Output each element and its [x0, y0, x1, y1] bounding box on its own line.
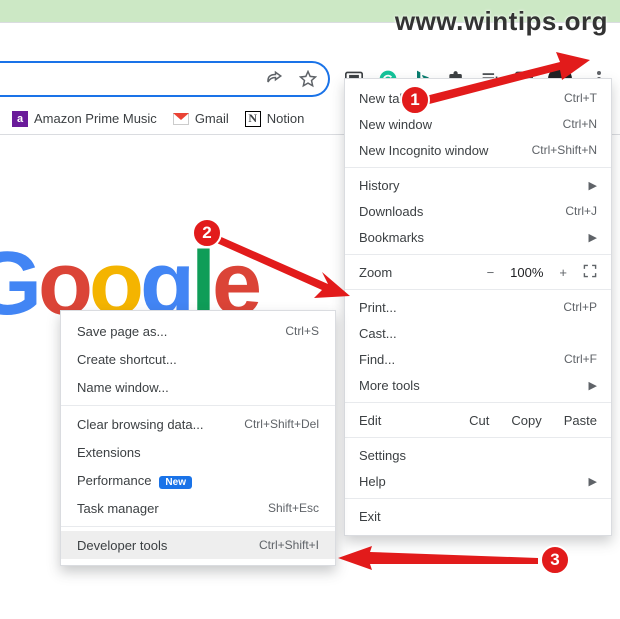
menu-cast[interactable]: Cast...	[345, 320, 611, 346]
chevron-right-icon: ▶	[589, 379, 597, 392]
submenu-save-page[interactable]: Save page as...Ctrl+S	[61, 317, 335, 345]
menu-more-tools[interactable]: More tools▶	[345, 372, 611, 398]
menu-history[interactable]: History▶	[345, 172, 611, 198]
menu-edit: Edit Cut Copy Paste	[345, 407, 611, 433]
step-marker-3: 3	[540, 545, 570, 575]
menu-exit[interactable]: Exit	[345, 503, 611, 529]
menu-settings[interactable]: Settings	[345, 442, 611, 468]
menu-print[interactable]: Print...Ctrl+P	[345, 294, 611, 320]
share-icon[interactable]	[264, 69, 284, 89]
submenu-create-shortcut[interactable]: Create shortcut...	[61, 345, 335, 373]
chrome-main-menu: New tabCtrl+T New windowCtrl+N New Incog…	[344, 78, 612, 536]
menu-separator	[61, 405, 335, 406]
apm-icon: a	[12, 111, 28, 127]
menu-separator	[345, 437, 611, 438]
submenu-clear-browsing-data[interactable]: Clear browsing data...Ctrl+Shift+Del	[61, 410, 335, 438]
annotation-arrow-2	[210, 228, 350, 308]
edit-paste[interactable]: Paste	[564, 413, 597, 428]
new-badge: New	[159, 476, 192, 489]
menu-incognito[interactable]: New Incognito windowCtrl+Shift+N	[345, 137, 611, 163]
chevron-right-icon: ▶	[589, 231, 597, 244]
bookmark-label: Gmail	[195, 111, 229, 126]
step-marker-1: 1	[400, 85, 430, 115]
bookmark-label: Notion	[267, 111, 305, 126]
submenu-performance[interactable]: PerformanceNew	[61, 466, 335, 494]
submenu-extensions[interactable]: Extensions	[61, 438, 335, 466]
edit-cut[interactable]: Cut	[469, 413, 489, 428]
zoom-level: 100%	[510, 265, 543, 280]
zoom-in-button[interactable]: +	[559, 265, 567, 280]
menu-bookmarks[interactable]: Bookmarks▶	[345, 224, 611, 250]
address-bar[interactable]	[0, 61, 330, 97]
bookmark-gmail[interactable]: Gmail	[173, 111, 229, 127]
submenu-task-manager[interactable]: Task managerShift+Esc	[61, 494, 335, 522]
menu-separator	[345, 498, 611, 499]
menu-downloads[interactable]: DownloadsCtrl+J	[345, 198, 611, 224]
chevron-right-icon: ▶	[589, 475, 597, 488]
menu-separator	[345, 289, 611, 290]
menu-new-window[interactable]: New windowCtrl+N	[345, 111, 611, 137]
bookmark-notion[interactable]: N Notion	[245, 111, 305, 127]
menu-zoom: Zoom − 100% +	[345, 259, 611, 285]
step-marker-2: 2	[192, 218, 222, 248]
bookmark-amazon-prime-music[interactable]: a Amazon Prime Music	[12, 111, 157, 127]
annotation-arrow-1	[410, 52, 590, 112]
menu-separator	[61, 526, 335, 527]
fullscreen-icon[interactable]	[583, 264, 597, 281]
notion-icon: N	[245, 111, 261, 127]
bookmark-label: Amazon Prime Music	[34, 111, 157, 126]
bookmark-star-icon[interactable]	[298, 69, 318, 89]
zoom-out-button[interactable]: −	[487, 265, 495, 280]
more-tools-submenu: Save page as...Ctrl+S Create shortcut...…	[60, 310, 336, 566]
menu-find[interactable]: Find...Ctrl+F	[345, 346, 611, 372]
menu-help[interactable]: Help▶	[345, 468, 611, 494]
chevron-right-icon: ▶	[589, 179, 597, 192]
gmail-icon	[173, 111, 189, 127]
menu-separator	[345, 167, 611, 168]
menu-separator	[345, 402, 611, 403]
edit-copy[interactable]: Copy	[511, 413, 541, 428]
submenu-name-window[interactable]: Name window...	[61, 373, 335, 401]
annotation-arrow-3	[338, 546, 538, 570]
submenu-developer-tools[interactable]: Developer toolsCtrl+Shift+I	[61, 531, 335, 559]
menu-separator	[345, 254, 611, 255]
